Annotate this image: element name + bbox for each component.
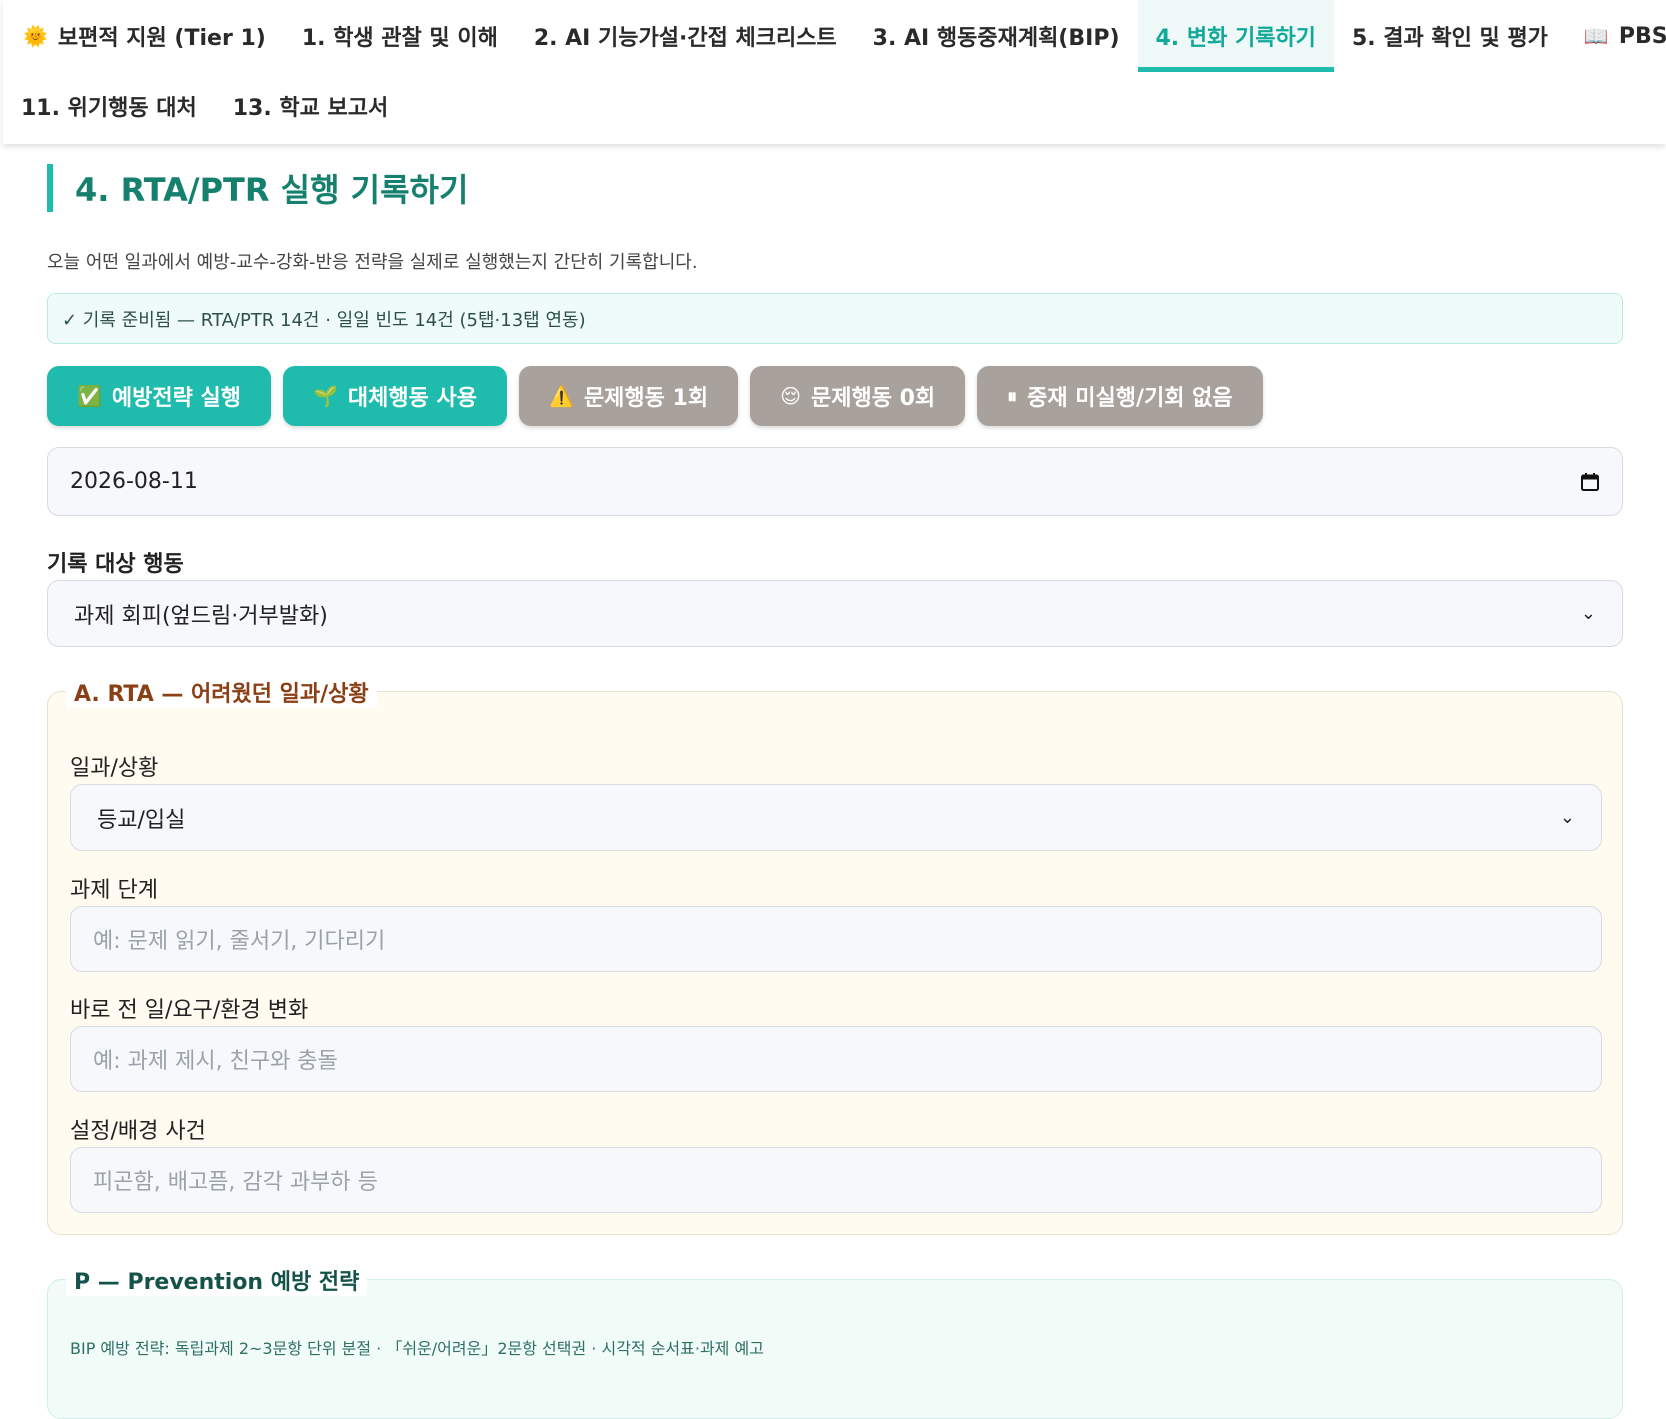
- tab-pbs-qa[interactable]: 📖 PBS Q&A: [1566, 0, 1666, 72]
- setting-event-label: 설정/배경 사건: [70, 1119, 206, 1144]
- no-intervention-button[interactable]: ⏸ 중재 미실행/기회 없음: [977, 366, 1263, 426]
- tab-record-change[interactable]: 4. 변화 기록하기: [1137, 0, 1335, 72]
- button-label: 중재 미실행/기회 없음: [1027, 386, 1233, 411]
- replacement-behavior-button[interactable]: 🌱 대체행동 사용: [283, 366, 508, 426]
- target-behavior-label: 기록 대상 행동: [47, 552, 184, 577]
- tab-label: 13. 학교 보고서: [232, 96, 389, 121]
- nav-row-secondary: 11. 위기행동 대처 13. 학교 보고서: [3, 72, 406, 140]
- task-step-input[interactable]: 예: 문제 읽기, 줄서기, 기다리기: [70, 906, 1602, 972]
- rta-section: A. RTA — 어려웠던 일과/상황 일과/상황 등교/입실 ⌄ 과제 단계 …: [47, 676, 1623, 1235]
- warning-icon: ⚠️: [549, 384, 574, 408]
- page-description: 오늘 어떤 일과에서 예방-교수-강화-반응 전략을 실제로 실행했는지 간단히…: [47, 252, 698, 273]
- button-label: 문제행동 0회: [810, 386, 936, 411]
- prevention-executed-button[interactable]: ✅ 예방전략 실행: [47, 366, 272, 426]
- tab-label: 11. 위기행동 대처: [21, 96, 197, 121]
- calendar-icon[interactable]: [1580, 472, 1600, 492]
- select-value: 과제 회피(엎드림·거부발화): [74, 603, 328, 629]
- book-icon: 📖: [1583, 24, 1609, 48]
- tab-crisis[interactable]: 11. 위기행동 대처: [3, 72, 215, 140]
- tab-label: 5. 결과 확인 및 평가: [1351, 26, 1548, 51]
- setting-event-input[interactable]: 피곤함, 배고픔, 감각 과부하 등: [70, 1147, 1602, 1213]
- quick-record-buttons: ✅ 예방전략 실행 🌱 대체행동 사용 ⚠️ 문제행동 1회 😌 문제행동 0회…: [47, 366, 1263, 426]
- status-text: ✓ 기록 준비됨 — RTA/PTR 14건 · 일일 빈도 14건 (5탭·1…: [62, 309, 586, 331]
- tab-ai-checklist[interactable]: 2. AI 기능가설·간접 체크리스트: [516, 0, 855, 72]
- task-step-label: 과제 단계: [70, 878, 158, 903]
- bip-prevention-note: BIP 예방 전략: 독립과제 2~3문항 단위 분절 · 「쉬운/어려운」2문…: [70, 1339, 764, 1358]
- relieved-face-icon: 😌: [780, 384, 801, 408]
- antecedent-label: 바로 전 일/요구/환경 변화: [70, 998, 309, 1023]
- button-label: 예방전략 실행: [111, 386, 242, 411]
- tab-observation[interactable]: 1. 학생 관찰 및 이해: [284, 0, 516, 72]
- chevron-down-icon: ⌄: [1580, 603, 1596, 624]
- button-label: 대체행동 사용: [347, 386, 478, 411]
- tab-label: PBS Q&A: [1618, 23, 1666, 49]
- prevention-section: P — Prevention 예방 전략 BIP 예방 전략: 독립과제 2~3…: [47, 1264, 1623, 1419]
- seedling-icon: 🌱: [313, 384, 338, 408]
- placeholder: 예: 문제 읽기, 줄서기, 기다리기: [93, 929, 386, 954]
- select-value: 등교/입실: [97, 807, 186, 833]
- rta-section-legend: A. RTA — 어려웠던 일과/상황: [66, 676, 377, 708]
- problem-behavior-once-button[interactable]: ⚠️ 문제행동 1회: [519, 366, 739, 426]
- routine-label: 일과/상황: [70, 756, 159, 781]
- tab-label: 4. 변화 기록하기: [1155, 26, 1316, 51]
- routine-select[interactable]: 등교/입실 ⌄: [70, 784, 1602, 851]
- pause-icon: ⏸: [1007, 384, 1018, 408]
- status-banner: ✓ 기록 준비됨 — RTA/PTR 14건 · 일일 빈도 14건 (5탭·1…: [47, 293, 1623, 344]
- placeholder: 예: 과제 제시, 친구와 충돌: [93, 1049, 338, 1074]
- tab-school-report[interactable]: 13. 학교 보고서: [215, 72, 407, 140]
- tab-tier1[interactable]: 🌞 보편적 지원 (Tier 1): [3, 0, 284, 72]
- tab-label: 2. AI 기능가설·간접 체크리스트: [533, 26, 837, 51]
- tab-ai-bip[interactable]: 3. AI 행동중재계획(BIP): [855, 0, 1138, 72]
- target-behavior-select[interactable]: 과제 회피(엎드림·거부발화) ⌄: [47, 580, 1623, 647]
- antecedent-input[interactable]: 예: 과제 제시, 친구와 충돌: [70, 1026, 1602, 1092]
- placeholder: 피곤함, 배고픔, 감각 과부하 등: [93, 1170, 378, 1195]
- prevention-section-legend: P — Prevention 예방 전략: [66, 1264, 368, 1296]
- chevron-down-icon: ⌄: [1559, 807, 1575, 828]
- date-value: 2026-08-11: [70, 469, 198, 494]
- page-title: 4. RTA/PTR 실행 기록하기: [47, 164, 468, 212]
- top-navigation: 🌞 보편적 지원 (Tier 1) 1. 학생 관찰 및 이해 2. AI 기능…: [3, 0, 1666, 144]
- check-box-icon: ✅: [77, 384, 102, 408]
- problem-behavior-zero-button[interactable]: 😌 문제행동 0회: [750, 366, 966, 426]
- button-label: 문제행동 1회: [583, 386, 709, 411]
- date-input[interactable]: 2026-08-11: [47, 447, 1623, 516]
- tab-results[interactable]: 5. 결과 확인 및 평가: [1334, 0, 1566, 72]
- tab-label: 3. AI 행동중재계획(BIP): [872, 26, 1120, 51]
- sun-icon: 🌞: [23, 24, 48, 48]
- tab-label: 1. 학생 관찰 및 이해: [301, 26, 498, 51]
- tab-label: 보편적 지원 (Tier 1): [57, 26, 266, 51]
- nav-row-primary: 🌞 보편적 지원 (Tier 1) 1. 학생 관찰 및 이해 2. AI 기능…: [3, 0, 1666, 72]
